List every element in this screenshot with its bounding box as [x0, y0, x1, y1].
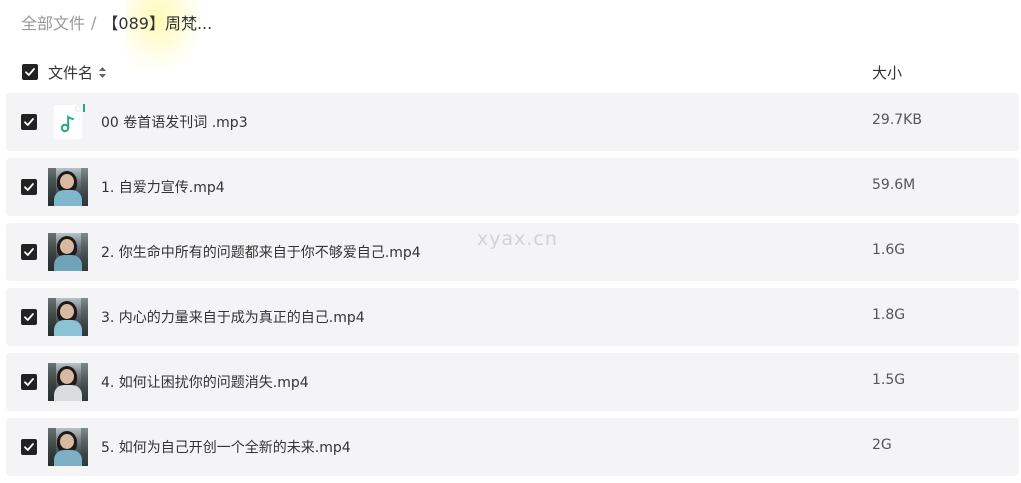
- row-checkbox[interactable]: [21, 179, 37, 195]
- file-size: 1.6G: [872, 242, 906, 258]
- video-thumbnail: [48, 298, 88, 336]
- table-row[interactable]: 4. 如何让困扰你的问题消失.mp4 1.5G: [6, 353, 1019, 411]
- video-thumbnail: [48, 168, 88, 206]
- breadcrumb-root-link[interactable]: 全部文件: [21, 10, 85, 34]
- table-header: 文件名 大小: [0, 55, 1021, 89]
- row-checkbox[interactable]: [21, 114, 37, 130]
- row-checkbox[interactable]: [21, 309, 37, 325]
- checkmark-icon: [24, 248, 34, 256]
- checkmark-icon: [25, 68, 35, 76]
- select-all-checkbox[interactable]: [22, 64, 38, 80]
- table-row[interactable]: 2. 你生命中所有的问题都来自于你不够爱自己.mp4 1.6G: [6, 223, 1019, 281]
- table-row[interactable]: 1. 自爱力宣传.mp4 59.6M: [6, 158, 1019, 216]
- row-checkbox[interactable]: [21, 374, 37, 390]
- file-size: 1.5G: [872, 372, 906, 388]
- checkmark-icon: [24, 118, 34, 126]
- file-size: 2G: [872, 437, 892, 453]
- column-header-filename-label: 文件名: [48, 64, 94, 82]
- video-thumbnail: [48, 363, 88, 401]
- checkmark-icon: [24, 183, 34, 191]
- file-name[interactable]: 00 卷首语发刊词 .mp3: [101, 112, 248, 132]
- row-checkbox[interactable]: [21, 244, 37, 260]
- file-name[interactable]: 1. 自爱力宣传.mp4: [101, 177, 225, 197]
- file-size: 1.8G: [872, 307, 906, 323]
- file-size: 59.6M: [872, 177, 916, 193]
- file-name[interactable]: 3. 内心的力量来自于成为真正的自己.mp4: [101, 307, 365, 327]
- breadcrumb: 全部文件 / 【089】周梵...: [21, 10, 212, 34]
- video-thumbnail: [48, 233, 88, 271]
- music-note-icon: [48, 103, 88, 141]
- column-header-size[interactable]: 大小: [872, 62, 902, 83]
- sort-up-down-icon[interactable]: [98, 66, 107, 79]
- table-row[interactable]: 5. 如何为自己开创一个全新的未来.mp4 2G: [6, 418, 1019, 476]
- checkmark-icon: [24, 443, 34, 451]
- file-list-page: 全部文件 / 【089】周梵... 文件名 大小 00 卷首语发刊词 .mp3 …: [0, 0, 1021, 483]
- row-checkbox[interactable]: [21, 439, 37, 455]
- file-name[interactable]: 4. 如何让困扰你的问题消失.mp4: [101, 372, 309, 392]
- file-name[interactable]: 5. 如何为自己开创一个全新的未来.mp4: [101, 437, 351, 457]
- table-row[interactable]: 00 卷首语发刊词 .mp3 29.7KB: [6, 93, 1019, 151]
- file-size: 29.7KB: [872, 112, 922, 128]
- checkmark-icon: [24, 313, 34, 321]
- breadcrumb-current-folder: 【089】周梵...: [102, 14, 213, 33]
- column-header-filename[interactable]: 文件名: [48, 62, 107, 83]
- table-row[interactable]: 3. 内心的力量来自于成为真正的自己.mp4 1.8G: [6, 288, 1019, 346]
- file-name[interactable]: 2. 你生命中所有的问题都来自于你不够爱自己.mp4: [101, 242, 421, 262]
- breadcrumb-separator: /: [91, 12, 97, 32]
- checkmark-icon: [24, 378, 34, 386]
- video-thumbnail: [48, 428, 88, 466]
